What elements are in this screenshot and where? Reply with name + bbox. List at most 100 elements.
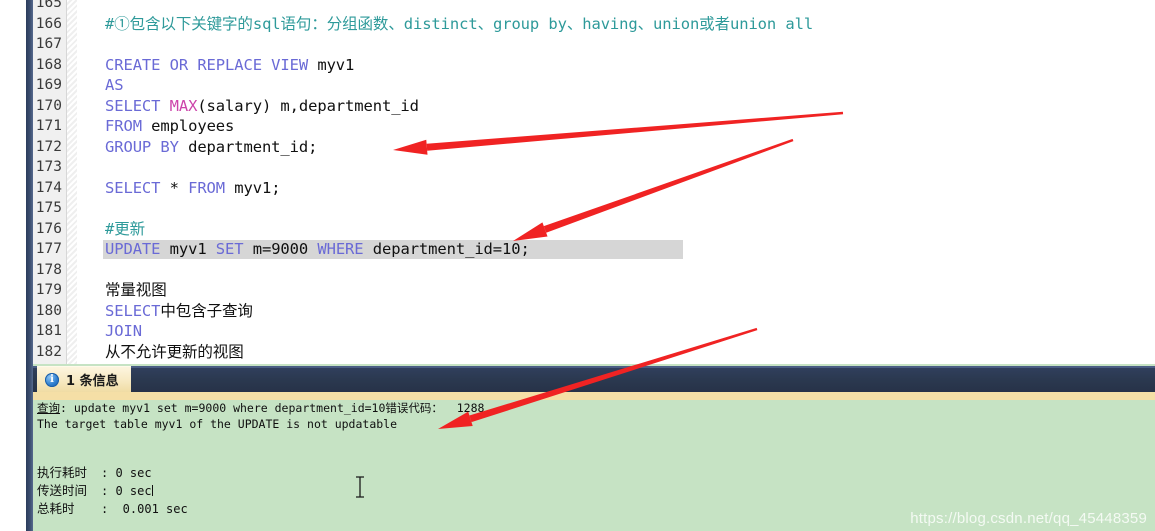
- code-lines-container[interactable]: 165 166 #①包含以下关键字的sql语句：分组函数、distinct、grou…: [33, 0, 1155, 362]
- code-token: SELECT: [105, 96, 170, 115]
- code-text[interactable]: 从不允许更新的视图: [105, 342, 244, 363]
- code-token: m=9000: [252, 240, 318, 258]
- line-number: 170: [35, 97, 62, 114]
- timing-row-transfer: 传送时间 : 0 sec: [37, 482, 1155, 500]
- code-token: department_id;: [188, 137, 318, 156]
- code-token: SET: [215, 240, 253, 258]
- code-token: myv1: [169, 240, 216, 258]
- code-token: WHERE: [317, 240, 373, 258]
- sql-code-editor[interactable]: 165 166 #①包含以下关键字的sql语句：分组函数、distinct、grou…: [33, 0, 1155, 364]
- code-token: (salary) m,department_id: [197, 96, 419, 115]
- code-token: UPDATE: [105, 240, 170, 258]
- code-text[interactable]: SELECT中包含子查询: [105, 301, 253, 322]
- timing-label: 执行耗时: [37, 465, 88, 480]
- code-line[interactable]: 176 #更新: [33, 219, 1155, 240]
- code-text[interactable]: SELECT MAX(salary) m,department_id: [105, 96, 419, 117]
- header-highlight-line: [33, 366, 1155, 368]
- line-number: 179: [35, 282, 62, 298]
- code-line[interactable]: 172 GROUP BY department_id;: [33, 137, 1155, 158]
- code-text[interactable]: 常量视图: [105, 280, 167, 301]
- code-text[interactable]: SELECT * FROM myv1;: [105, 178, 281, 199]
- code-token: MAX: [169, 96, 198, 115]
- code-line[interactable]: 171 FROM employees: [33, 116, 1155, 137]
- code-text[interactable]: AS: [105, 75, 124, 96]
- code-token: myv1: [317, 55, 355, 74]
- code-text[interactable]: GROUP BY department_id;: [105, 137, 317, 158]
- code-line[interactable]: 170 SELECT MAX(salary) m,department_id: [33, 96, 1155, 117]
- tab-message-count[interactable]: i 1 条信息: [37, 366, 131, 392]
- code-line[interactable]: 174 SELECT * FROM myv1;: [33, 178, 1155, 199]
- code-token: 常量视图: [105, 281, 167, 299]
- code-token: 中包含子查询: [160, 301, 253, 320]
- code-text[interactable]: CREATE OR REPLACE VIEW myv1: [105, 55, 354, 76]
- code-line[interactable]: 175: [33, 198, 1155, 219]
- timing-label: 传送时间: [37, 483, 88, 498]
- code-text[interactable]: #①包含以下关键字的sql语句：分组函数、distinct、group by、h…: [105, 14, 813, 35]
- code-token: 从不允许更新的视图: [105, 342, 244, 361]
- watermark-text: https://blog.csdn.net/qq_45448359: [910, 510, 1147, 527]
- code-line[interactable]: 168 CREATE OR REPLACE VIEW myv1: [33, 55, 1155, 76]
- code-line[interactable]: 165: [33, 0, 1155, 14]
- code-token: department_id=10;: [372, 240, 530, 258]
- line-number: 176: [35, 220, 62, 237]
- code-token: myv1;: [234, 178, 281, 197]
- line-number: 169: [35, 77, 62, 93]
- message-panel-header: [33, 366, 1155, 392]
- left-rail-divider: [26, 0, 33, 531]
- line-number: 166: [35, 15, 62, 32]
- code-token: #更新: [105, 219, 146, 238]
- code-token: FROM: [105, 117, 152, 135]
- query-label: 查询: [37, 401, 60, 415]
- line-number: 175: [35, 200, 62, 216]
- timing-value: : 0 sec: [101, 466, 152, 480]
- line-number: 165: [35, 0, 62, 11]
- line-number: 178: [35, 261, 62, 278]
- code-line[interactable]: 178: [33, 260, 1155, 281]
- timing-value: : 0.001 sec: [101, 502, 188, 516]
- timing-row-execute: 执行耗时 : 0 sec: [37, 464, 1155, 482]
- code-token: AS: [105, 76, 124, 94]
- tab-underline-strip: [33, 392, 1155, 400]
- line-number: 180: [35, 302, 62, 319]
- code-text[interactable]: #更新: [105, 219, 145, 240]
- code-line[interactable]: 179 常量视图: [33, 280, 1155, 301]
- code-token: employees: [151, 117, 235, 135]
- text-cursor-ibeam: [356, 476, 364, 498]
- code-line[interactable]: 177 UPDATE myv1 SET m=9000 WHERE departme…: [33, 239, 1155, 260]
- line-number: 182: [35, 343, 62, 360]
- timing-value: : 0 sec: [101, 484, 152, 498]
- line-number: 177: [35, 241, 62, 257]
- info-icon: i: [45, 372, 59, 387]
- text-caret: [151, 485, 153, 496]
- message-spacer-2: [37, 448, 1155, 464]
- code-text[interactable]: JOIN: [105, 321, 142, 342]
- result-message-panel[interactable]: i 1 条信息 查询: update myv1 set m=9000 where…: [33, 364, 1155, 531]
- line-number: 172: [35, 138, 62, 155]
- code-line[interactable]: 181 JOIN: [33, 321, 1155, 342]
- code-token: FROM: [188, 178, 235, 197]
- line-number: 173: [35, 159, 62, 175]
- code-line[interactable]: 182 从不允许更新的视图: [33, 342, 1155, 363]
- message-spacer-1: [37, 432, 1155, 448]
- code-line[interactable]: 167: [33, 34, 1155, 55]
- code-token: SELECT: [105, 178, 170, 197]
- query-text: : update myv1 set m=9000 where departmen…: [60, 401, 485, 415]
- timing-label: 总耗时: [37, 501, 75, 516]
- code-line[interactable]: 180 SELECT中包含子查询: [33, 301, 1155, 322]
- code-line[interactable]: 169 AS: [33, 75, 1155, 96]
- code-token: GROUP BY: [105, 137, 189, 156]
- code-token: CREATE OR REPLACE VIEW: [105, 55, 318, 74]
- line-number: 181: [35, 323, 62, 339]
- tab-label: 1 条信息: [66, 374, 119, 389]
- code-token: #①包含以下关键字的sql语句：分组函数、distinct、group by、h…: [105, 14, 814, 33]
- code-token: SELECT: [105, 301, 161, 320]
- code-line[interactable]: 166 #①包含以下关键字的sql语句：分组函数、distinct、group b…: [33, 14, 1155, 35]
- code-token: JOIN: [105, 322, 142, 340]
- code-line[interactable]: 173: [33, 157, 1155, 178]
- code-text[interactable]: FROM employees: [105, 116, 234, 137]
- query-line: 查询: update myv1 set m=9000 where departm…: [37, 400, 1155, 416]
- line-number: 167: [35, 36, 62, 52]
- error-line: The target table myv1 of the UPDATE is n…: [37, 417, 398, 431]
- code-text[interactable]: UPDATE myv1 SET m=9000 WHERE department_…: [105, 239, 530, 260]
- line-number: 171: [35, 118, 62, 134]
